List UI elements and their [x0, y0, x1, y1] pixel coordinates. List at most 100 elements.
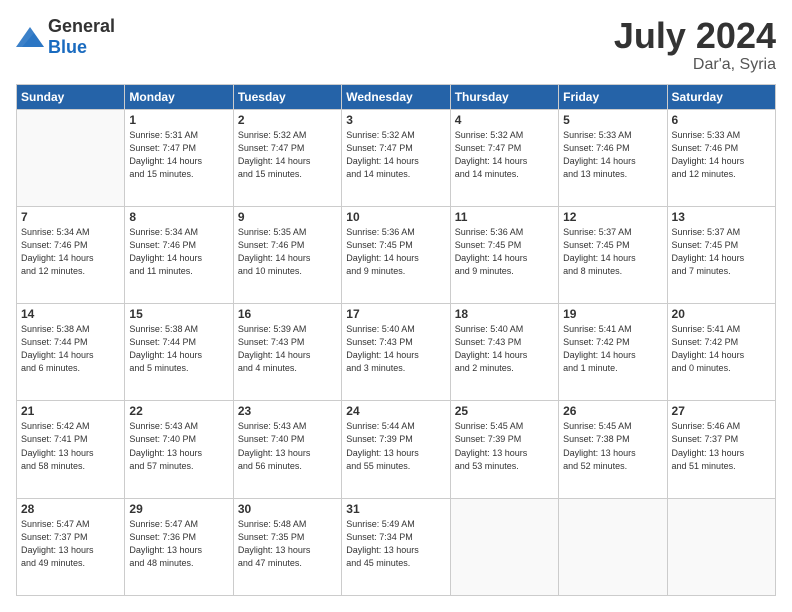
header: General Blue July 2024 Dar'a, Syria: [16, 16, 776, 74]
calendar-cell: 27 Sunrise: 5:46 AMSunset: 7:37 PMDayligh…: [667, 401, 775, 498]
calendar-cell: 17Sunrise: 5:40 AMSunset: 7:43 PMDayligh…: [342, 304, 450, 401]
day-number: 12: [563, 210, 662, 224]
day-info: Sunrise: 5:32 AMSunset: 7:47 PMDaylight:…: [346, 129, 445, 181]
day-info: Sunrise: 5:32 AMSunset: 7:47 PMDaylight:…: [238, 129, 337, 181]
calendar-header-saturday: Saturday: [667, 84, 775, 109]
calendar-cell: 20 Sunrise: 5:41 AMSunset: 7:42 PMDayligh…: [667, 304, 775, 401]
logo-text: General Blue: [48, 16, 115, 58]
day-info: Sunrise: 5:36 AMSunset: 7:45 PMDaylight:…: [455, 226, 554, 278]
calendar-cell: 11 Sunrise: 5:36 AMSunset: 7:45 PMDayligh…: [450, 206, 558, 303]
day-number: 13: [672, 210, 771, 224]
day-number: 30: [238, 502, 337, 516]
calendar-table: SundayMondayTuesdayWednesdayThursdayFrid…: [16, 84, 776, 596]
day-number: 4: [455, 113, 554, 127]
day-number: 16: [238, 307, 337, 321]
day-info: Sunrise: 5:48 AMSunset: 7:35 PMDaylight:…: [238, 518, 337, 570]
day-info: Sunrise: 5:41 AMSunset: 7:42 PMDaylight:…: [563, 323, 662, 375]
day-info: Sunrise: 5:41 AMSunset: 7:42 PMDaylight:…: [672, 323, 771, 375]
day-info: Sunrise: 5:44 AMSunset: 7:39 PMDaylight:…: [346, 420, 445, 472]
calendar-cell: 28Sunrise: 5:47 AMSunset: 7:37 PMDayligh…: [17, 498, 125, 595]
day-number: 27: [672, 404, 771, 418]
day-number: 15: [129, 307, 228, 321]
logo: General Blue: [16, 16, 115, 58]
calendar-cell: 24Sunrise: 5:44 AMSunset: 7:39 PMDayligh…: [342, 401, 450, 498]
day-number: 23: [238, 404, 337, 418]
day-info: Sunrise: 5:38 AMSunset: 7:44 PMDaylight:…: [21, 323, 120, 375]
day-info: Sunrise: 5:32 AMSunset: 7:47 PMDaylight:…: [455, 129, 554, 181]
title-block: July 2024 Dar'a, Syria: [614, 16, 776, 74]
calendar-week-3: 14Sunrise: 5:38 AMSunset: 7:44 PMDayligh…: [17, 304, 776, 401]
day-info: Sunrise: 5:43 AMSunset: 7:40 PMDaylight:…: [129, 420, 228, 472]
day-number: 3: [346, 113, 445, 127]
calendar-cell: 14Sunrise: 5:38 AMSunset: 7:44 PMDayligh…: [17, 304, 125, 401]
calendar-header-row: SundayMondayTuesdayWednesdayThursdayFrid…: [17, 84, 776, 109]
day-info: Sunrise: 5:35 AMSunset: 7:46 PMDaylight:…: [238, 226, 337, 278]
calendar-cell: 10 Sunrise: 5:36 AMSunset: 7:45 PMDayligh…: [342, 206, 450, 303]
calendar-cell: 3 Sunrise: 5:32 AMSunset: 7:47 PMDaylight…: [342, 109, 450, 206]
day-number: 25: [455, 404, 554, 418]
day-number: 31: [346, 502, 445, 516]
day-info: Sunrise: 5:46 AMSunset: 7:37 PMDaylight:…: [672, 420, 771, 472]
calendar-cell: 4 Sunrise: 5:32 AMSunset: 7:47 PMDaylight…: [450, 109, 558, 206]
calendar-week-4: 21 Sunrise: 5:42 AMSunset: 7:41 PMDayligh…: [17, 401, 776, 498]
day-number: 19: [563, 307, 662, 321]
calendar-cell: 31 Sunrise: 5:49 AMSunset: 7:34 PMDayligh…: [342, 498, 450, 595]
day-number: 11: [455, 210, 554, 224]
calendar-cell: 6 Sunrise: 5:33 AMSunset: 7:46 PMDaylight…: [667, 109, 775, 206]
calendar-cell: 5 Sunrise: 5:33 AMSunset: 7:46 PMDaylight…: [559, 109, 667, 206]
day-number: 5: [563, 113, 662, 127]
day-info: Sunrise: 5:31 AMSunset: 7:47 PMDaylight:…: [129, 129, 228, 181]
calendar-week-2: 7Sunrise: 5:34 AMSunset: 7:46 PMDaylight…: [17, 206, 776, 303]
calendar-header-monday: Monday: [125, 84, 233, 109]
calendar-cell: 9Sunrise: 5:35 AMSunset: 7:46 PMDaylight…: [233, 206, 341, 303]
calendar-cell: 1 Sunrise: 5:31 AMSunset: 7:47 PMDaylight…: [125, 109, 233, 206]
calendar-cell: 19 Sunrise: 5:41 AMSunset: 7:42 PMDayligh…: [559, 304, 667, 401]
day-info: Sunrise: 5:37 AMSunset: 7:45 PMDaylight:…: [563, 226, 662, 278]
calendar-header-tuesday: Tuesday: [233, 84, 341, 109]
day-number: 18: [455, 307, 554, 321]
page: General Blue July 2024 Dar'a, Syria Sund…: [0, 0, 792, 612]
day-number: 17: [346, 307, 445, 321]
calendar-header-thursday: Thursday: [450, 84, 558, 109]
calendar-week-1: 1 Sunrise: 5:31 AMSunset: 7:47 PMDaylight…: [17, 109, 776, 206]
calendar-header-friday: Friday: [559, 84, 667, 109]
calendar-cell: [17, 109, 125, 206]
day-info: Sunrise: 5:45 AMSunset: 7:38 PMDaylight:…: [563, 420, 662, 472]
day-number: 20: [672, 307, 771, 321]
calendar-body: 1 Sunrise: 5:31 AMSunset: 7:47 PMDaylight…: [17, 109, 776, 595]
logo-general: General: [48, 16, 115, 36]
day-info: Sunrise: 5:34 AMSunset: 7:46 PMDaylight:…: [129, 226, 228, 278]
calendar-cell: 26 Sunrise: 5:45 AMSunset: 7:38 PMDayligh…: [559, 401, 667, 498]
day-info: Sunrise: 5:33 AMSunset: 7:46 PMDaylight:…: [563, 129, 662, 181]
calendar-cell: 16 Sunrise: 5:39 AMSunset: 7:43 PMDayligh…: [233, 304, 341, 401]
day-number: 21: [21, 404, 120, 418]
day-info: Sunrise: 5:33 AMSunset: 7:46 PMDaylight:…: [672, 129, 771, 181]
logo-icon: [16, 27, 44, 47]
calendar-cell: 2 Sunrise: 5:32 AMSunset: 7:47 PMDaylight…: [233, 109, 341, 206]
day-number: 2: [238, 113, 337, 127]
calendar-week-5: 28Sunrise: 5:47 AMSunset: 7:37 PMDayligh…: [17, 498, 776, 595]
logo-blue: Blue: [48, 37, 87, 57]
day-number: 8: [129, 210, 228, 224]
day-info: Sunrise: 5:49 AMSunset: 7:34 PMDaylight:…: [346, 518, 445, 570]
calendar-cell: 15Sunrise: 5:38 AMSunset: 7:44 PMDayligh…: [125, 304, 233, 401]
day-number: 6: [672, 113, 771, 127]
calendar-header-wednesday: Wednesday: [342, 84, 450, 109]
day-number: 10: [346, 210, 445, 224]
day-info: Sunrise: 5:47 AMSunset: 7:36 PMDaylight:…: [129, 518, 228, 570]
day-number: 26: [563, 404, 662, 418]
day-info: Sunrise: 5:47 AMSunset: 7:37 PMDaylight:…: [21, 518, 120, 570]
calendar-cell: 29Sunrise: 5:47 AMSunset: 7:36 PMDayligh…: [125, 498, 233, 595]
calendar-cell: 25 Sunrise: 5:45 AMSunset: 7:39 PMDayligh…: [450, 401, 558, 498]
day-number: 1: [129, 113, 228, 127]
day-info: Sunrise: 5:36 AMSunset: 7:45 PMDaylight:…: [346, 226, 445, 278]
calendar-cell: 7Sunrise: 5:34 AMSunset: 7:46 PMDaylight…: [17, 206, 125, 303]
calendar-cell: 22 Sunrise: 5:43 AMSunset: 7:40 PMDayligh…: [125, 401, 233, 498]
day-info: Sunrise: 5:45 AMSunset: 7:39 PMDaylight:…: [455, 420, 554, 472]
day-info: Sunrise: 5:39 AMSunset: 7:43 PMDaylight:…: [238, 323, 337, 375]
day-number: 22: [129, 404, 228, 418]
calendar-cell: 23Sunrise: 5:43 AMSunset: 7:40 PMDayligh…: [233, 401, 341, 498]
calendar-cell: [559, 498, 667, 595]
day-info: Sunrise: 5:42 AMSunset: 7:41 PMDaylight:…: [21, 420, 120, 472]
day-info: Sunrise: 5:37 AMSunset: 7:45 PMDaylight:…: [672, 226, 771, 278]
